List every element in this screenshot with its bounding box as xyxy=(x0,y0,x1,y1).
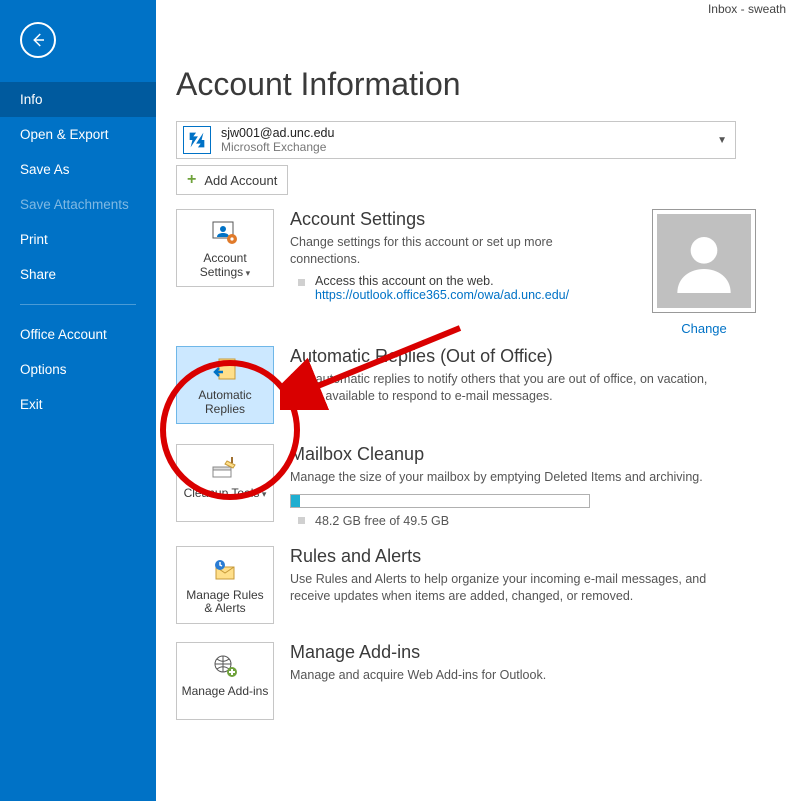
automatic-replies-icon xyxy=(181,355,269,385)
page-title: Account Information xyxy=(176,66,770,103)
rules-alerts-desc: Use Rules and Alerts to help organize yo… xyxy=(290,571,720,605)
account-settings-tile-label: Account Settings xyxy=(200,251,247,279)
mailbox-cleanup-desc: Manage the size of your mailbox by empty… xyxy=(290,469,703,486)
account-address: sjw001@ad.unc.edu xyxy=(221,126,334,140)
arrow-left-icon xyxy=(29,31,47,49)
bullet-icon xyxy=(298,279,305,286)
plus-icon: + xyxy=(187,171,196,189)
web-access-text: Access this account on the web. xyxy=(315,274,569,288)
account-settings-heading: Account Settings xyxy=(290,209,600,230)
automatic-replies-tile[interactable]: Automatic Replies xyxy=(176,346,274,424)
sidebar-item-save-as[interactable]: Save As xyxy=(0,152,156,187)
account-settings-desc: Change settings for this account or set … xyxy=(290,234,600,268)
chevron-down-icon: ▾ xyxy=(243,268,250,278)
automatic-replies-tile-label: Automatic Replies xyxy=(181,389,269,417)
bullet-icon xyxy=(298,517,305,524)
chevron-down-icon: ▼ xyxy=(717,135,727,146)
cleanup-tools-tile[interactable]: Cleanup Tools ▾ xyxy=(176,444,274,522)
manage-addins-tile-label: Manage Add-ins xyxy=(181,685,269,699)
manage-addins-tile[interactable]: Manage Add-ins xyxy=(176,642,274,720)
sidebar-item-office-account[interactable]: Office Account xyxy=(0,317,156,352)
sidebar-item-options[interactable]: Options xyxy=(0,352,156,387)
add-account-label: Add Account xyxy=(204,173,277,188)
owa-link[interactable]: https://outlook.office365.com/owa/ad.unc… xyxy=(315,288,569,302)
back-button[interactable] xyxy=(20,22,56,58)
cleanup-tile-label: Cleanup Tools xyxy=(184,486,260,500)
sidebar-item-share[interactable]: Share xyxy=(0,257,156,292)
mailbox-cleanup-heading: Mailbox Cleanup xyxy=(290,444,703,465)
manage-rules-tile[interactable]: Manage Rules & Alerts xyxy=(176,546,274,624)
backstage-sidebar: Info Open & Export Save As Save Attachme… xyxy=(0,0,156,801)
sidebar-item-info[interactable]: Info xyxy=(0,82,156,117)
account-type: Microsoft Exchange xyxy=(221,140,334,154)
sidebar-divider xyxy=(20,304,136,305)
change-photo-link[interactable]: Change xyxy=(681,321,727,336)
sidebar-item-exit[interactable]: Exit xyxy=(0,387,156,422)
automatic-replies-heading: Automatic Replies (Out of Office) xyxy=(290,346,710,367)
account-selector[interactable]: sjw001@ad.unc.edu Microsoft Exchange ▼ xyxy=(176,121,736,159)
sidebar-item-open-export[interactable]: Open & Export xyxy=(0,117,156,152)
manage-addins-desc: Manage and acquire Web Add-ins for Outlo… xyxy=(290,667,546,684)
chevron-down-icon: ▾ xyxy=(259,489,266,499)
account-settings-icon xyxy=(181,218,269,248)
avatar-placeholder-icon xyxy=(657,214,751,308)
manage-addins-heading: Manage Add-ins xyxy=(290,642,546,663)
profile-picture-area: Change xyxy=(648,209,760,336)
rules-icon xyxy=(181,555,269,585)
account-settings-tile[interactable]: Account Settings ▾ xyxy=(176,209,274,287)
exchange-icon xyxy=(183,126,211,154)
storage-text: 48.2 GB free of 49.5 GB xyxy=(315,514,449,528)
addins-icon xyxy=(181,651,269,681)
sidebar-item-print[interactable]: Print xyxy=(0,222,156,257)
manage-rules-tile-label: Manage Rules & Alerts xyxy=(181,589,269,617)
storage-progress-bar xyxy=(290,494,590,508)
sidebar-item-save-attachments: Save Attachments xyxy=(0,187,156,222)
add-account-button[interactable]: + Add Account xyxy=(176,165,288,195)
cleanup-icon xyxy=(181,453,269,483)
automatic-replies-desc: Use automatic replies to notify others t… xyxy=(290,371,710,405)
main-content: Account Information sjw001@ad.unc.edu Mi… xyxy=(156,0,790,801)
rules-alerts-heading: Rules and Alerts xyxy=(290,546,720,567)
